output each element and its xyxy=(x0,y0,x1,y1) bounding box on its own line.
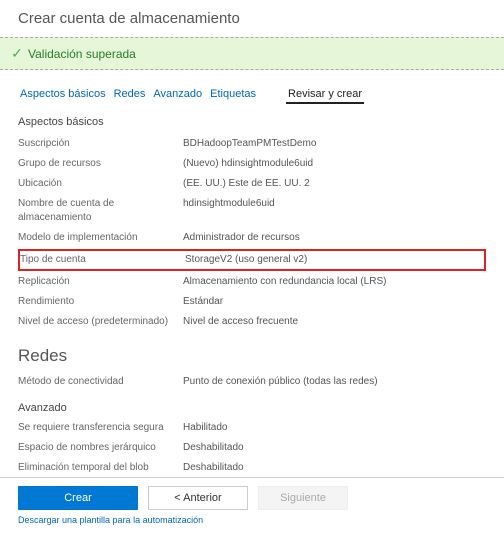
tab-review-create[interactable]: Revisar y crear xyxy=(286,86,364,104)
row-secure-transfer: Se requiere transferencia segura Habilit… xyxy=(18,418,486,438)
tab-networking[interactable]: Redes xyxy=(112,86,148,104)
value-resource-group: (Nuevo) hdinsightmodule6uid xyxy=(183,157,313,171)
tab-tags[interactable]: Etiquetas xyxy=(208,86,258,104)
value-account-name: hdinsightmodule6uid xyxy=(183,197,275,211)
value-deployment-model: Administrador de recursos xyxy=(183,231,300,245)
checkmark-icon: ✓ xyxy=(6,45,28,62)
value-secure-transfer: Habilitado xyxy=(183,421,227,435)
row-soft-delete: Eliminación temporal del blob Deshabilit… xyxy=(18,458,486,478)
row-location: Ubicación (EE. UU.) Este de EE. UU. 2 xyxy=(18,174,486,194)
label-subscription: Suscripción xyxy=(18,137,183,151)
label-access-tier: Nivel de acceso (predeterminado) xyxy=(18,315,183,329)
validation-text: Validación superada xyxy=(28,47,136,61)
section-advanced-header: Avanzado xyxy=(18,402,486,414)
row-hns: Espacio de nombres jerárquico Deshabilit… xyxy=(18,438,486,458)
value-connectivity: Punto de conexión público (todas las red… xyxy=(183,375,378,389)
label-connectivity: Método de conectividad xyxy=(18,375,183,389)
label-performance: Rendimiento xyxy=(18,295,183,309)
label-replication: Replicación xyxy=(18,275,183,289)
label-soft-delete: Eliminación temporal del blob xyxy=(18,461,183,475)
value-soft-delete: Deshabilitado xyxy=(183,461,244,475)
label-resource-group: Grupo de recursos xyxy=(18,157,183,171)
row-deployment-model: Modelo de implementación Administrador d… xyxy=(18,228,486,248)
previous-button[interactable]: < Anterior xyxy=(148,486,248,510)
tab-basics[interactable]: Aspectos básicos xyxy=(18,86,108,104)
download-template-link[interactable]: Descargar una plantilla para la automati… xyxy=(18,515,203,525)
label-location: Ubicación xyxy=(18,177,183,191)
section-networking-header: Redes xyxy=(18,346,486,366)
page-title: Crear cuenta de almacenamiento xyxy=(18,10,486,27)
value-replication: Almacenamiento con redundancia local (LR… xyxy=(183,275,386,289)
label-account-name: Nombre de cuenta de almacenamiento xyxy=(18,197,183,225)
row-subscription: Suscripción BDHadoopTeamPMTestDemo xyxy=(18,134,486,154)
label-hns: Espacio de nombres jerárquico xyxy=(18,441,183,455)
row-account-kind-highlighted: Tipo de cuenta StorageV2 (uso general v2… xyxy=(18,249,486,271)
row-access-tier: Nivel de acceso (predeterminado) Nivel d… xyxy=(18,312,486,332)
footer-bar: Crear < Anterior Siguiente Descargar una… xyxy=(0,477,504,538)
create-button[interactable]: Crear xyxy=(18,486,138,510)
row-resource-group: Grupo de recursos (Nuevo) hdinsightmodul… xyxy=(18,154,486,174)
tab-bar: Aspectos básicos Redes Avanzado Etiqueta… xyxy=(18,86,486,104)
value-subscription: BDHadoopTeamPMTestDemo xyxy=(183,137,316,151)
label-deployment-model: Modelo de implementación xyxy=(18,231,183,245)
next-button: Siguiente xyxy=(258,486,348,510)
value-hns: Deshabilitado xyxy=(183,441,244,455)
validation-banner: ✓ Validación superada xyxy=(0,37,504,70)
value-access-tier: Nivel de acceso frecuente xyxy=(183,315,298,329)
label-account-kind: Tipo de cuenta xyxy=(20,253,185,267)
row-replication: Replicación Almacenamiento con redundanc… xyxy=(18,272,486,292)
value-location: (EE. UU.) Este de EE. UU. 2 xyxy=(183,177,310,191)
value-performance: Estándar xyxy=(183,295,223,309)
row-account-name: Nombre de cuenta de almacenamiento hdins… xyxy=(18,194,486,228)
label-secure-transfer: Se requiere transferencia segura xyxy=(18,421,183,435)
tab-advanced[interactable]: Avanzado xyxy=(151,86,204,104)
row-performance: Rendimiento Estándar xyxy=(18,292,486,312)
row-connectivity: Método de conectividad Punto de conexión… xyxy=(18,372,486,392)
value-account-kind: StorageV2 (uso general v2) xyxy=(185,253,307,267)
section-basics-header: Aspectos básicos xyxy=(18,116,486,128)
